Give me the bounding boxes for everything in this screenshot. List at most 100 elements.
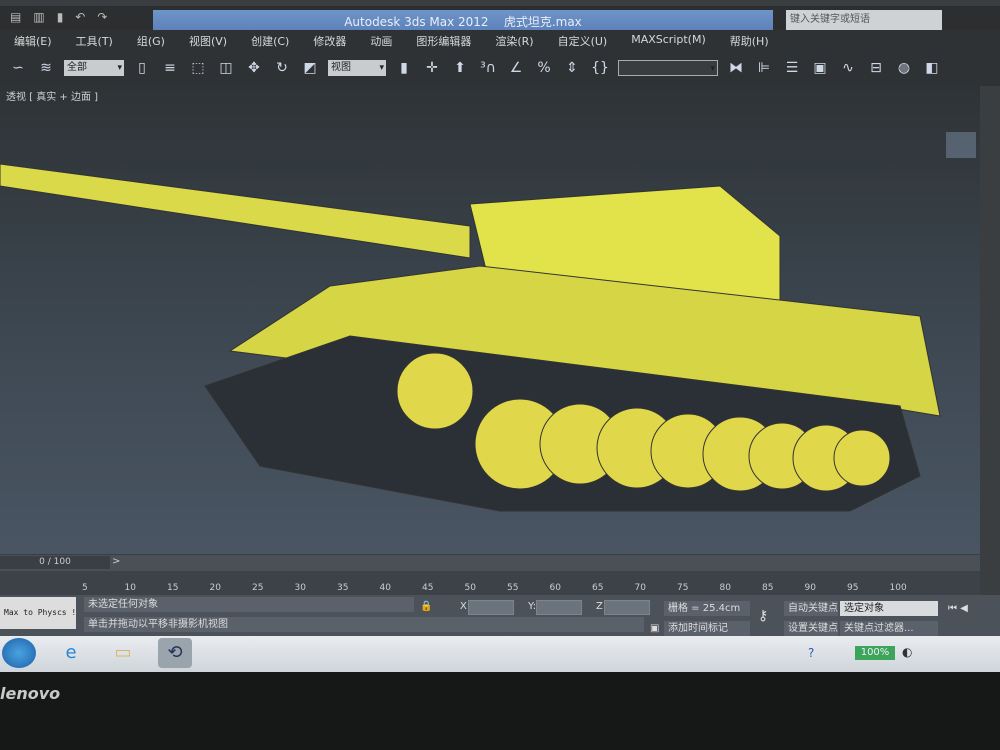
z-coordinate-input[interactable]	[604, 600, 650, 615]
menu-edit[interactable]: 编辑(E)	[0, 30, 62, 50]
graphite-tools-icon[interactable]: ▣	[810, 58, 830, 78]
add-time-tag-button[interactable]: 添加时间标记	[664, 621, 750, 636]
internet-explorer-icon[interactable]: e	[54, 638, 88, 668]
tank-model[interactable]	[0, 86, 980, 554]
menu-graph-editors[interactable]: 图形编辑器	[402, 30, 481, 50]
timeline-tick: 15	[167, 583, 179, 593]
timeline-tick: 40	[379, 583, 391, 593]
menu-views[interactable]: 视图(V)	[175, 30, 237, 50]
timeline-tick: 75	[677, 583, 689, 593]
go-to-start-icon[interactable]: ⏮ ◀	[944, 601, 968, 616]
menu-maxscript[interactable]: MAXScript(M)	[617, 30, 716, 50]
key-filters-button[interactable]: 关键点过滤器...	[840, 621, 938, 636]
menu-tools[interactable]: 工具(T)	[62, 30, 123, 50]
rotate-icon[interactable]: ↻	[272, 58, 292, 78]
taskbar: e ▭ ⟲ ? 100% ◐	[0, 636, 1000, 672]
timeline-tick: 5	[82, 583, 88, 593]
set-key-button[interactable]: 设置关键点	[784, 621, 838, 636]
screen: ▤ ▥ ▮ ↶ ↷ Autodesk 3ds Max 2012 虎式坦克.max 键入关…	[0, 0, 1000, 672]
tank-barrel	[0, 163, 471, 259]
quick-access-toolbar: ▤ ▥ ▮ ↶ ↷	[10, 10, 107, 24]
power-icon[interactable]: ◐	[902, 645, 912, 659]
battery-indicator[interactable]: 100%	[855, 646, 895, 660]
menu-animation[interactable]: 动画	[356, 30, 402, 50]
angle-snap-icon[interactable]: ∠	[506, 58, 526, 78]
timeline-tick: 55	[507, 583, 519, 593]
move-icon[interactable]: ✥	[244, 58, 264, 78]
timeline-tick: 45	[422, 583, 434, 593]
window-crossing-icon[interactable]: ◫	[216, 58, 236, 78]
next-frame-icon[interactable]: >	[112, 556, 120, 567]
timeline-tick: 65	[592, 583, 604, 593]
menu-help[interactable]: 帮助(H)	[716, 30, 779, 50]
pivot-center-icon[interactable]: ▮	[394, 58, 414, 78]
time-slider[interactable]: 0 / 100	[0, 556, 110, 569]
menu-rendering[interactable]: 渲染(R)	[481, 30, 543, 50]
spinner-snap-icon[interactable]: ⇕	[562, 58, 582, 78]
y-coordinate-input[interactable]	[536, 600, 582, 615]
file-explorer-icon[interactable]: ▭	[106, 638, 140, 668]
menu-bar: 编辑(E) 工具(T) 组(G) 视图(V) 创建(C) 修改器 动画 图形编辑…	[0, 30, 1000, 50]
redo-icon[interactable]: ↷	[97, 10, 107, 24]
timeline-tick: 20	[209, 583, 221, 593]
road-wheel	[833, 429, 891, 487]
rectangle-selection-icon[interactable]: ⬚	[188, 58, 208, 78]
perspective-viewport[interactable]: 透视 [ 真实 + 边面 ]	[0, 86, 980, 554]
timeline-tick: 60	[549, 583, 561, 593]
curve-editor-icon[interactable]: ∿	[838, 58, 858, 78]
drive-sprocket	[396, 352, 474, 430]
main-toolbar: ∽ ≋ 全部 ▯ ≡ ⬚ ◫ ✥ ↻ ◩ 视图 ▮ ✛ ⬆ ³∩ ∠ % ⇕ {…	[0, 50, 1000, 86]
y-label: Y:	[528, 601, 537, 612]
timeline-tick: 30	[294, 583, 306, 593]
reference-coordinate-dropdown[interactable]: 视图	[328, 60, 386, 76]
material-editor-icon[interactable]: ◍	[894, 58, 914, 78]
maxscript-listener[interactable]: Max to Physcs !	[0, 597, 76, 629]
select-object-icon[interactable]: ▯	[132, 58, 152, 78]
snap-toggle-icon[interactable]: ³∩	[478, 58, 498, 78]
3ds-max-taskbar-icon[interactable]: ⟲	[158, 638, 192, 668]
schematic-view-icon[interactable]: ⊟	[866, 58, 886, 78]
named-selection-dropdown[interactable]	[618, 60, 718, 77]
timeline-tick: 95	[847, 583, 859, 593]
select-manipulate-icon[interactable]: ✛	[422, 58, 442, 78]
menu-customize[interactable]: 自定义(U)	[544, 30, 618, 50]
selection-status: 未选定任何对象	[84, 597, 414, 612]
edit-named-selection-icon[interactable]: {}	[590, 58, 610, 78]
render-setup-icon[interactable]: ◧	[922, 58, 942, 78]
align-icon[interactable]: ⊫	[754, 58, 774, 78]
open-icon[interactable]: ▥	[33, 10, 44, 24]
mirror-icon[interactable]: ⧓	[726, 58, 746, 78]
start-button[interactable]	[2, 638, 36, 668]
prompt-line: 单击并拖动以平移非摄影机视图	[84, 617, 644, 632]
keyboard-shortcut-icon[interactable]: ⬆	[450, 58, 470, 78]
status-panel: Max to Physcs ! 未选定任何对象 单击并拖动以平移非摄影机视图 🔒…	[0, 595, 1000, 641]
help-icon[interactable]: ?	[808, 646, 814, 660]
new-icon[interactable]: ▤	[10, 10, 21, 24]
key-mode-dropdown[interactable]: 选定对象	[840, 601, 938, 616]
timeline-tick: 35	[337, 583, 349, 593]
grid-size: 栅格 = 25.4cm	[664, 601, 750, 616]
save-icon[interactable]: ▮	[57, 10, 64, 24]
scale-icon[interactable]: ◩	[300, 58, 320, 78]
selection-filter-dropdown[interactable]: 全部	[64, 60, 124, 76]
time-tag-icon[interactable]: ▣	[646, 621, 659, 636]
bind-space-warp-icon[interactable]: ≋	[36, 58, 56, 78]
track-bar[interactable]: 5 10 15 20 25 30 35 40 45 50 55 60 65 70 75 80 85 90 95 100	[0, 571, 980, 595]
select-by-name-icon[interactable]: ≡	[160, 58, 180, 78]
link-icon[interactable]: ∽	[8, 58, 28, 78]
undo-icon[interactable]: ↶	[75, 10, 85, 24]
search-input[interactable]: 键入关键字或短语	[786, 10, 942, 30]
timeline-tick: 25	[252, 583, 264, 593]
layer-manager-icon[interactable]: ☰	[782, 58, 802, 78]
percent-snap-icon[interactable]: %	[534, 58, 554, 78]
time-slider-bar: 0 / 100 >	[0, 555, 980, 571]
timeline-tick: 70	[634, 583, 646, 593]
lock-icon[interactable]: 🔒	[416, 599, 432, 614]
key-icon[interactable]: ⚷	[754, 609, 768, 624]
menu-create[interactable]: 创建(C)	[237, 30, 299, 50]
menu-modifiers[interactable]: 修改器	[299, 30, 356, 50]
timeline-tick: 90	[804, 583, 816, 593]
menu-group[interactable]: 组(G)	[123, 30, 175, 50]
x-coordinate-input[interactable]	[468, 600, 514, 615]
auto-key-button[interactable]: 自动关键点	[784, 601, 838, 616]
